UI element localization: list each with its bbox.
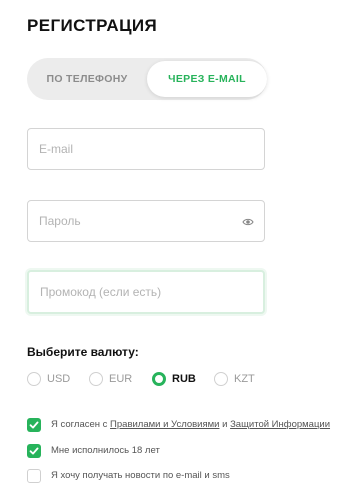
password-field-wrapper — [27, 200, 265, 242]
terms-prefix: Я согласен с — [51, 419, 108, 430]
terms-link[interactable]: Правилами и Условиями — [110, 419, 219, 430]
age-text: Мне исполнилось 18 лет — [51, 445, 160, 456]
email-input[interactable] — [39, 129, 229, 169]
currency-option-label: EUR — [109, 373, 133, 385]
news-text: Я хочу получать новости по e-mail и sms — [51, 470, 230, 481]
news-checkbox[interactable] — [27, 469, 41, 483]
privacy-link[interactable]: Защитой Информации — [230, 419, 330, 430]
promo-code-input[interactable] — [40, 272, 230, 312]
checkmark-icon — [29, 447, 39, 455]
radio-circle[interactable] — [214, 372, 228, 386]
radio-circle[interactable] — [89, 372, 103, 386]
terms-conjunction: и — [222, 419, 228, 430]
eye-icon[interactable] — [242, 215, 254, 227]
password-input[interactable] — [39, 201, 229, 241]
tab-email[interactable]: ЧЕРЕЗ E-MAIL — [147, 61, 267, 97]
page-title: РЕГИСТРАЦИЯ — [27, 16, 158, 35]
tab-phone[interactable]: ПО ТЕЛЕФОНУ — [27, 58, 147, 100]
email-field-wrapper — [27, 128, 265, 170]
currency-option-label: KZT — [234, 373, 255, 385]
currency-option-label: USD — [47, 373, 71, 385]
terms-text: Я согласен с Правилами и Условиями и Защ… — [51, 419, 330, 430]
age-checkbox[interactable] — [27, 444, 41, 458]
currency-label: Выберите валюту: — [27, 345, 139, 359]
registration-method-tabs: ПО ТЕЛЕФОНУ ЧЕРЕЗ E-MAIL — [27, 58, 267, 100]
terms-checkbox[interactable] — [27, 418, 41, 432]
radio-circle[interactable] — [27, 372, 41, 386]
checkmark-icon — [29, 421, 39, 429]
currency-option-label: RUB — [172, 373, 196, 385]
radio-circle-selected[interactable] — [152, 372, 166, 386]
promo-field-wrapper — [27, 270, 265, 314]
